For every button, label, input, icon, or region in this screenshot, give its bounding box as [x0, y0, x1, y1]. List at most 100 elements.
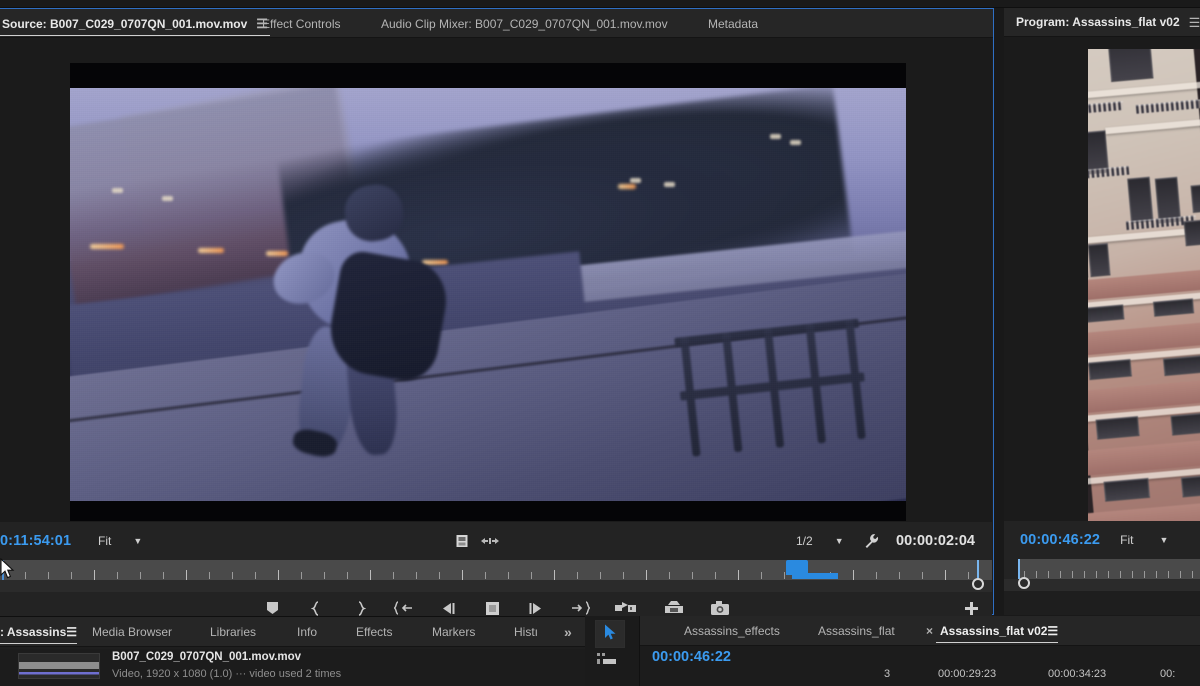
program-video-frame — [1088, 49, 1200, 521]
tab-markers[interactable]: Markers — [432, 617, 475, 647]
tab-effect-controls[interactable]: Effect Controls — [260, 9, 342, 38]
program-zoom-handle-left[interactable] — [1018, 577, 1030, 589]
camera-icon[interactable] — [709, 598, 731, 618]
tab-metadata[interactable]: Metadata — [706, 9, 760, 38]
more-tabs-label: » — [564, 624, 572, 640]
chevron-down-icon: ▼ — [834, 536, 844, 546]
tab-sequence-assassins-flat-v02[interactable]: × Assassins_flat v02 ☰ — [926, 616, 1059, 646]
track-select-icon — [597, 653, 619, 670]
timeline-body[interactable]: 00:00:46:22 3 00:00:29:23 00:00:34:23 00… — [640, 646, 1200, 686]
step-forward-button[interactable] — [525, 598, 547, 618]
button-editor-plus-icon[interactable] — [962, 599, 980, 617]
program-scrub-zoom-bar[interactable] — [1004, 577, 1200, 591]
go-to-in-button[interactable] — [393, 598, 415, 618]
tab-sequence-assassins-flat[interactable]: Assassins_flat — [818, 616, 895, 646]
tab-history-label: Histı — [514, 625, 538, 639]
source-playhead-tail — [792, 573, 838, 579]
program-monitor-control-row: 00:00:46:22 Fit ▼ — [1004, 521, 1200, 559]
source-monitor-panel: Source: B007_C029_0707QN_001.mov.mov ☰ E… — [0, 8, 994, 624]
panel-menu-icon[interactable]: ☰ — [66, 625, 77, 639]
source-duration-timecode[interactable]: 00:00:02:04 — [896, 533, 975, 549]
program-scrub-bar[interactable] — [1004, 559, 1200, 591]
source-scrub-end-marker — [977, 560, 979, 580]
panel-menu-icon[interactable]: ☰ — [1047, 624, 1058, 638]
timeline-ruler-label: 00:00:34:23 — [1048, 668, 1107, 680]
tab-libraries[interactable]: Libraries — [210, 617, 256, 647]
premiere-pro-workspace: Source: B007_C029_0707QN_001.mov.mov ☰ E… — [0, 0, 1200, 686]
clip-thumbnail[interactable] — [18, 653, 100, 679]
timeline-playhead-timecode[interactable]: 00:00:46:22 — [652, 649, 731, 665]
scene-running-person — [265, 179, 461, 469]
source-panel-tabbar: Source: B007_C029_0707QN_001.mov.mov ☰ E… — [0, 9, 993, 38]
insert-button[interactable] — [613, 598, 639, 618]
source-scrub-start-handle[interactable] — [0, 560, 8, 580]
source-video-frame — [70, 63, 906, 521]
tab-effects[interactable]: Effects — [356, 617, 392, 647]
source-frame-image — [70, 88, 906, 501]
step-back-button[interactable] — [437, 598, 459, 618]
program-monitor-panel: Program: Assassins_flat v02 ☰ 00:00:46:2… — [1004, 8, 1200, 615]
tab-info[interactable]: Info — [297, 617, 317, 647]
tab-sequence-assassins-flat-label: Assassins_flat — [818, 624, 895, 638]
program-current-timecode[interactable]: 00:00:46:22 — [1020, 532, 1100, 548]
panel-menu-icon[interactable]: ☰ — [1189, 16, 1200, 29]
source-current-timecode[interactable]: 0:11:54:01 — [0, 533, 71, 549]
mark-out-button[interactable] — [349, 598, 371, 618]
tab-media-browser-label: Media Browser — [92, 625, 173, 639]
tab-program-sequence[interactable]: Program: Assassins_flat v02 ☰ — [1014, 8, 1200, 37]
tab-project-assassins[interactable]: : Assassins ☰ — [0, 617, 78, 647]
play-stop-button[interactable] — [481, 598, 503, 618]
project-panel: : Assassins ☰ Media Browser Libraries In… — [0, 616, 585, 686]
scene-iron-gate — [674, 318, 872, 457]
playback-resolution-dropdown[interactable]: 1/2 ▼ — [790, 532, 850, 550]
tab-libraries-label: Libraries — [210, 625, 257, 639]
project-item-row[interactable]: B007_C029_0707QN_001.mov.mov Video, 1920… — [0, 649, 585, 686]
program-scrub-ticks — [1018, 569, 1200, 579]
project-panel-tabbar: : Assassins ☰ Media Browser Libraries In… — [0, 617, 585, 647]
source-scrub-bar[interactable] — [0, 560, 992, 592]
go-to-out-button[interactable] — [569, 598, 591, 618]
tab-history[interactable]: Histı — [514, 617, 538, 647]
timeline-panel: Assassins_effects Assassins_flat × Assas… — [640, 616, 1200, 686]
program-frame-image — [1088, 49, 1200, 521]
tab-source-clip-label: Source: B007_C029_0707QN_001.mov.mov — [2, 16, 248, 31]
more-tabs-chevron-icon[interactable]: » — [564, 617, 572, 647]
tab-sequence-assassins-effects[interactable]: Assassins_effects — [684, 616, 780, 646]
track-select-tool[interactable] — [597, 652, 619, 671]
tab-sequence-assassins-flat-v02-label: Assassins_flat v02 — [940, 624, 1048, 638]
program-zoom-level-dropdown[interactable]: Fit ▼ — [1114, 531, 1174, 549]
source-scrub-track[interactable] — [0, 560, 992, 580]
program-scrub-track[interactable] — [1018, 559, 1200, 579]
source-zoom-handle-right[interactable] — [972, 578, 984, 590]
program-panel-tabbar: Program: Assassins_flat v02 ☰ — [1004, 8, 1200, 37]
program-video-stage[interactable] — [1004, 37, 1200, 521]
tab-metadata-label: Metadata — [708, 16, 759, 31]
chevron-down-icon: ▼ — [1159, 535, 1169, 545]
tab-info-label: Info — [297, 625, 318, 639]
tab-audio-clip-mixer[interactable]: Audio Clip Mixer: B007_C029_0707QN_001.m… — [379, 9, 670, 38]
source-scrub-zoom-bar[interactable] — [0, 578, 992, 592]
source-zoom-level-dropdown[interactable]: Fit ▼ — [92, 532, 148, 550]
selection-tool[interactable] — [595, 620, 625, 648]
wrench-icon[interactable] — [864, 533, 880, 549]
timeline-panel-tabbar: Assassins_effects Assassins_flat × Assas… — [640, 616, 1200, 646]
source-monitor-control-row: 0:11:54:01 Fit ▼ 1/2 ▼ 00:00:02:04 — [0, 522, 992, 560]
add-marker-button[interactable] — [261, 598, 283, 618]
bottom-region: : Assassins ☰ Media Browser Libraries In… — [0, 616, 1200, 686]
mark-in-button[interactable] — [305, 598, 327, 618]
overwrite-button[interactable] — [661, 598, 687, 618]
tab-sequence-assassins-effects-label: Assassins_effects — [684, 624, 780, 638]
timeline-ruler-label: 3 — [884, 668, 891, 680]
chevron-down-icon: ▼ — [133, 536, 143, 546]
clip-meta-label: Video, 1920 x 1080 (1.0) ··· video used … — [112, 668, 342, 680]
clip-name-label: B007_C029_0707QN_001.mov.mov — [112, 651, 302, 663]
drag-video-only-icon[interactable] — [481, 536, 499, 546]
source-zoom-level-value: Fit — [98, 534, 112, 548]
tab-media-browser[interactable]: Media Browser — [92, 617, 172, 647]
export-frame-icon[interactable] — [455, 534, 469, 548]
tab-source-clip[interactable]: Source: B007_C029_0707QN_001.mov.mov ☰ — [0, 9, 271, 38]
source-video-stage[interactable] — [0, 38, 992, 522]
program-zoom-level-value: Fit — [1120, 533, 1134, 547]
letterbox-top — [70, 63, 906, 88]
close-icon[interactable]: × — [926, 624, 933, 638]
